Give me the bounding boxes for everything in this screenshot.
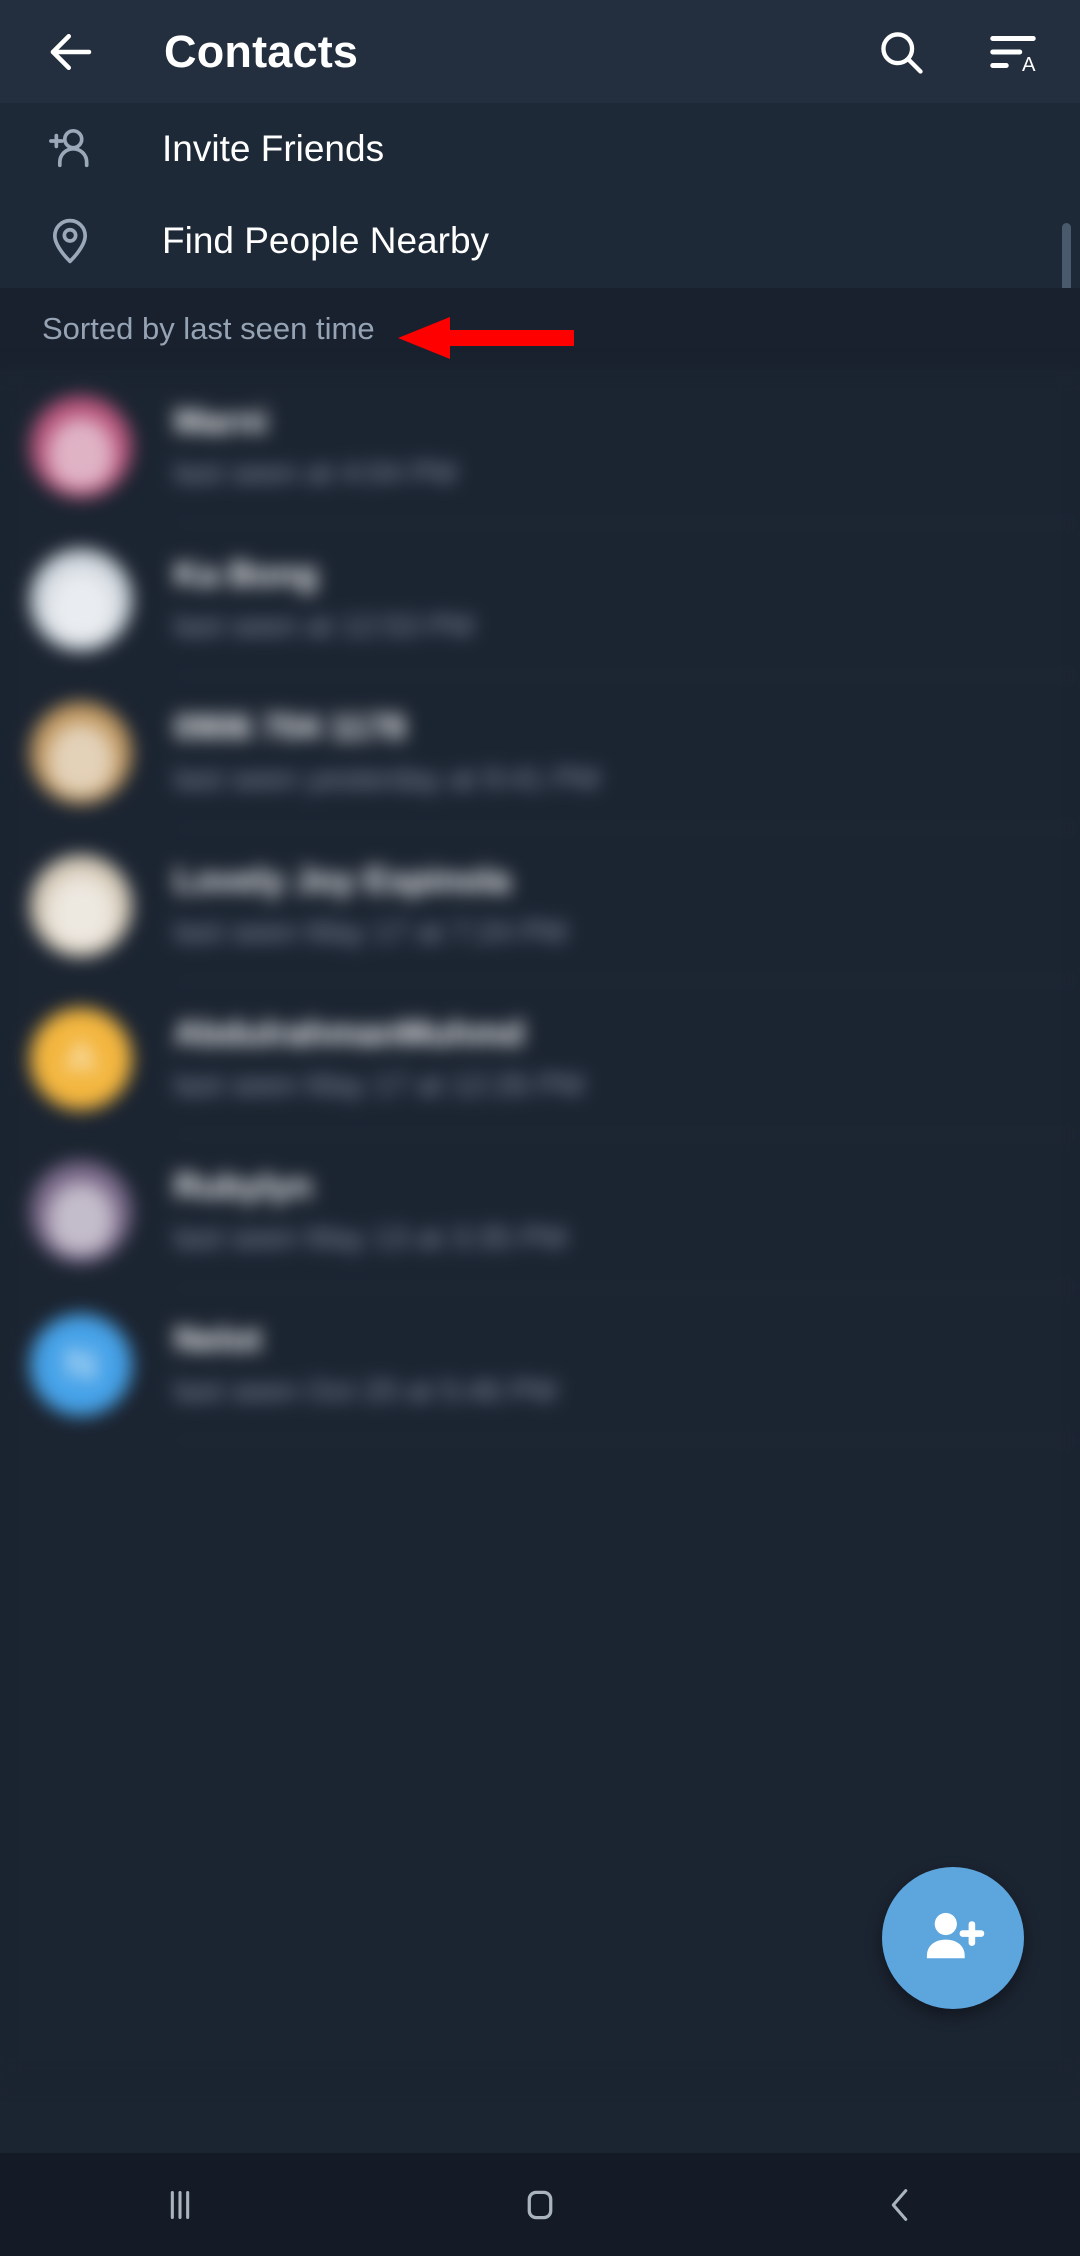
person-add-icon [38, 117, 102, 181]
contact-last-seen: last seen at 4:04 PM [174, 455, 457, 490]
avatar [30, 548, 132, 651]
contact-row[interactable]: N Nelot last seen Oct 20 at 5:46 PM [0, 1288, 1080, 1441]
avatar-photo [48, 570, 114, 643]
avatar-photo [48, 876, 114, 949]
recents-icon[interactable] [0, 2153, 360, 2256]
find-people-nearby-label: Find People Nearby [162, 220, 490, 261]
invite-friends-label: Invite Friends [162, 128, 385, 169]
avatar: A [30, 1007, 132, 1110]
contact-text: 0906 704 1178 last seen yesterday at 9:41… [174, 708, 600, 797]
person-add-icon [917, 1900, 989, 1977]
avatar-photo [48, 1182, 114, 1255]
avatar [30, 854, 132, 957]
app-bar: Contacts A [0, 0, 1080, 103]
android-nav-bar [0, 2153, 1080, 2256]
contact-last-seen: last seen May 17 at 12:26 PM [174, 1067, 585, 1102]
list-sort-header: Sorted by last seen time [0, 288, 1080, 370]
contact-name: Nelot [174, 1320, 262, 1359]
location-pin-icon [38, 209, 102, 273]
app-bar-actions: A [870, 21, 1044, 83]
avatar: N [30, 1313, 132, 1416]
search-icon[interactable] [870, 21, 932, 83]
invite-friends-row[interactable]: Invite Friends [0, 103, 1080, 195]
find-people-nearby-row[interactable]: Find People Nearby [0, 195, 1080, 287]
add-contact-fab[interactable] [882, 1867, 1024, 2009]
list-sort-header-label: Sorted by last seen time [42, 311, 375, 346]
contact-text: Nelot last seen Oct 20 at 5:46 PM [174, 1320, 557, 1409]
avatar [30, 1160, 132, 1263]
contact-name: Marni [174, 402, 268, 441]
contact-text: Ka Bong last seen at 12:53 PM [174, 555, 474, 644]
sort-alpha-icon[interactable]: A [982, 21, 1044, 83]
contact-text: Marni last seen at 4:04 PM [174, 402, 457, 491]
contact-row[interactable]: Ka Bong last seen at 12:53 PM [0, 523, 1080, 676]
avatar-photo [48, 723, 114, 796]
contact-last-seen: last seen May 17 at 7:24 PM [174, 914, 567, 949]
contact-text: Lovely Joy Espinola last seen May 17 at 7… [174, 861, 567, 950]
page-title: Contacts [164, 25, 359, 77]
contact-row[interactable]: Lovely Joy Espinola last seen May 17 at 7… [0, 829, 1080, 982]
home-icon[interactable] [360, 2153, 720, 2256]
avatar-photo [48, 417, 114, 490]
contact-last-seen: last seen yesterday at 9:41 PM [174, 761, 600, 796]
row-divider [174, 1440, 1080, 1441]
contact-name: Rubylyn [174, 1167, 313, 1206]
contact-name: 0906 704 1178 [174, 708, 406, 747]
contact-last-seen: last seen May 13 at 3:35 PM [174, 1220, 567, 1255]
arrow-left-icon [40, 21, 102, 83]
back-button[interactable] [36, 17, 106, 87]
action-rows: Invite Friends Find People Nearby [0, 103, 1080, 305]
contact-last-seen: last seen Oct 20 at 5:46 PM [174, 1373, 557, 1408]
contact-text: AbdulrahmanMuhmd last seen May 17 at 12:2… [174, 1014, 584, 1103]
svg-text:A: A [1022, 54, 1036, 76]
contact-row[interactable]: 0906 704 1178 last seen yesterday at 9:41… [0, 676, 1080, 829]
avatar [30, 701, 132, 804]
contact-row[interactable]: Marni last seen at 4:04 PM [0, 370, 1080, 523]
contact-last-seen: last seen at 12:53 PM [174, 608, 474, 643]
avatar [30, 395, 132, 498]
back-icon[interactable] [720, 2153, 1080, 2256]
contact-text: Rubylyn last seen May 13 at 3:35 PM [174, 1167, 567, 1256]
contact-row[interactable]: Rubylyn last seen May 13 at 3:35 PM [0, 1135, 1080, 1288]
contact-name: AbdulrahmanMuhmd [174, 1014, 524, 1053]
contact-name: Ka Bong [174, 555, 318, 594]
contact-list[interactable]: Marni last seen at 4:04 PM Ka Bong last see… [0, 370, 1080, 2080]
phone-screen: Contacts A Invite Friends Find People Ne… [0, 0, 1080, 2256]
contact-name: Lovely Joy Espinola [174, 861, 511, 900]
contact-row[interactable]: A AbdulrahmanMuhmd last seen May 17 at 12:… [0, 982, 1080, 1135]
